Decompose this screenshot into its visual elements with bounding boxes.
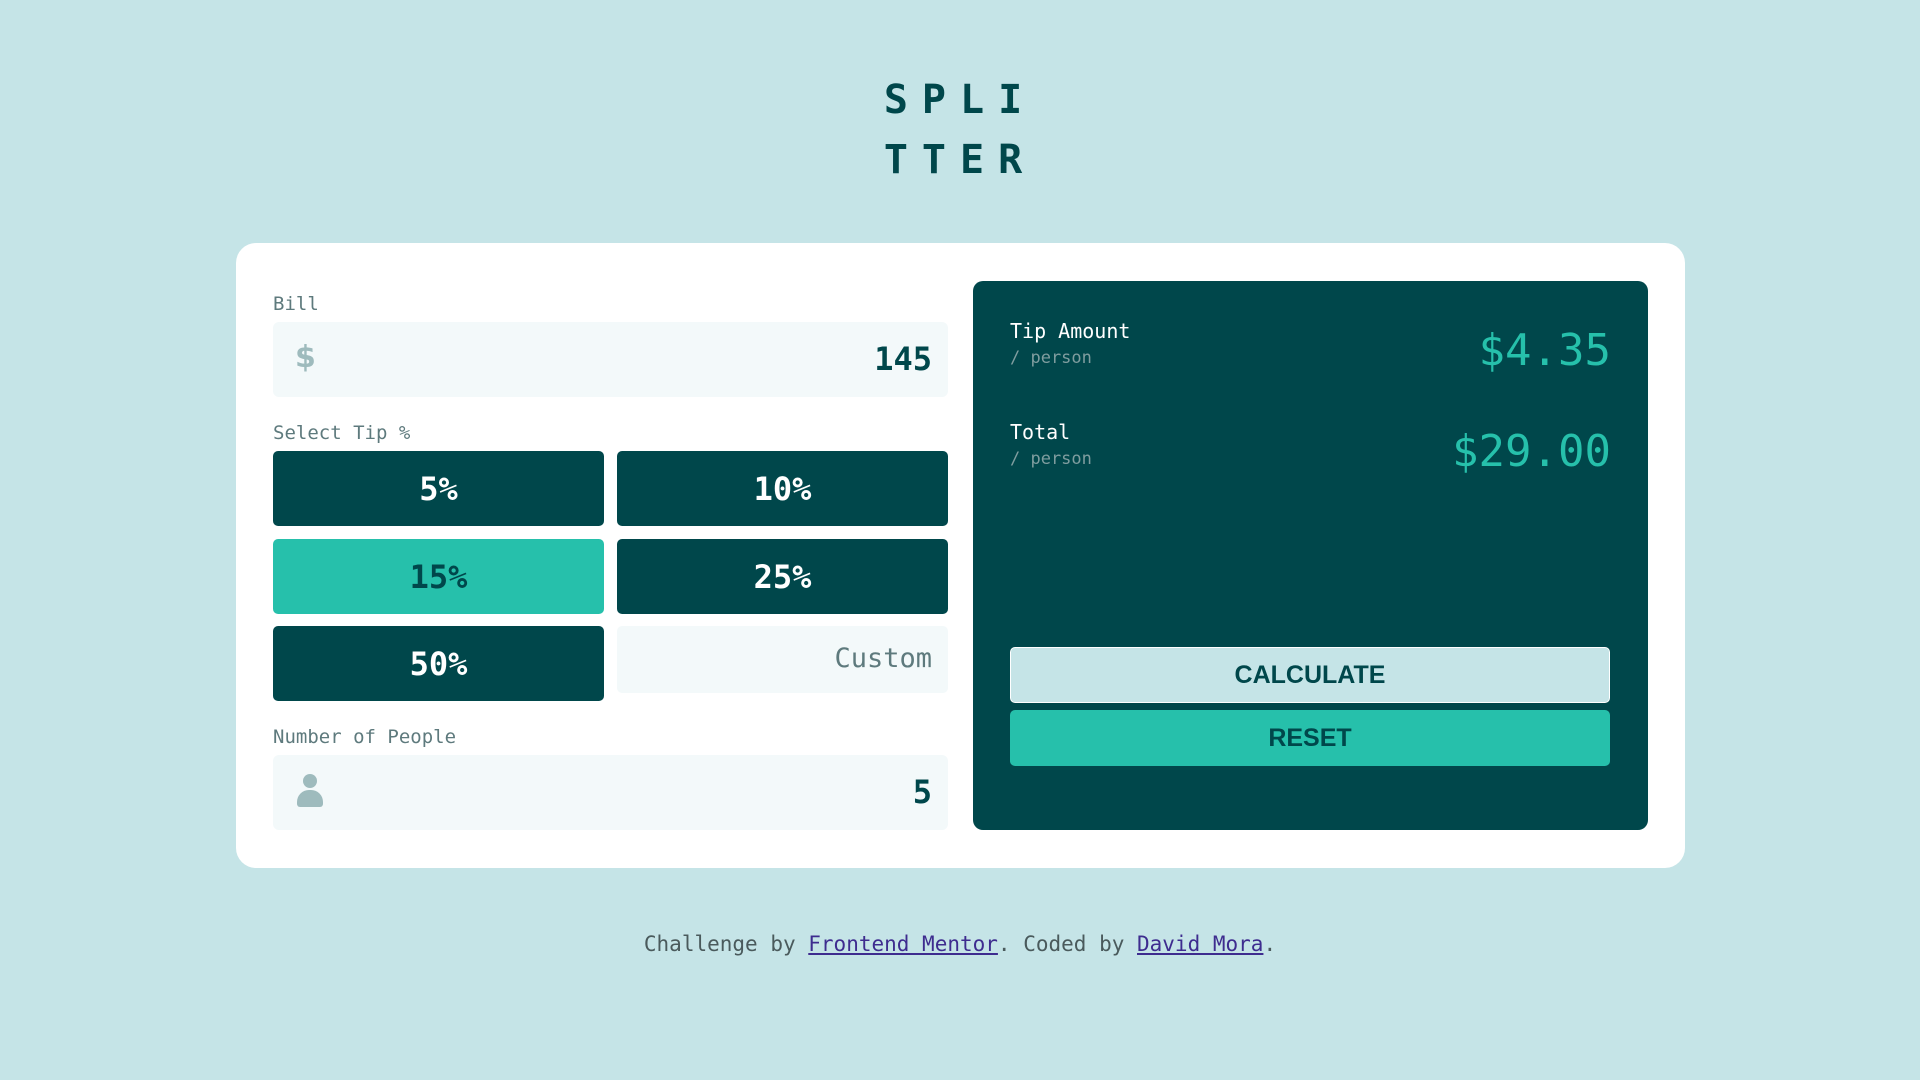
- tip-button-25[interactable]: 25%: [617, 539, 948, 614]
- custom-tip-input[interactable]: Custom: [617, 626, 948, 693]
- total-value: $29.00: [1452, 426, 1611, 477]
- tip-button-10[interactable]: 10%: [617, 451, 948, 526]
- people-value[interactable]: 5: [913, 773, 932, 811]
- logo-line-2: TTER: [883, 137, 1037, 183]
- tip-amount-value: $4.35: [1478, 325, 1611, 376]
- tip-button-15[interactable]: 15%: [273, 539, 604, 614]
- frontend-mentor-link[interactable]: Frontend Mentor: [808, 932, 998, 956]
- attribution-footer: Challenge by Frontend Mentor. Coded by D…: [0, 932, 1920, 956]
- calculate-button[interactable]: CALCULATE: [1010, 647, 1610, 703]
- app-logo: SPLI TTER: [0, 70, 1920, 190]
- author-link[interactable]: David Mora: [1137, 932, 1263, 956]
- footer-middle: . Coded by: [997, 932, 1137, 956]
- tip-amount-label: Tip Amount: [1010, 319, 1131, 343]
- bill-value[interactable]: 145: [874, 340, 932, 378]
- bill-label: Bill: [273, 293, 319, 315]
- logo-line-1: SPLI: [883, 77, 1037, 123]
- person-icon: [297, 774, 323, 808]
- people-input[interactable]: 5: [273, 755, 948, 830]
- calculator-card: Bill $ 145 Select Tip % 5% 10% 15% 25% 5…: [236, 243, 1685, 868]
- reset-button[interactable]: RESET: [1010, 710, 1610, 766]
- dollar-icon: $: [295, 340, 316, 375]
- total-label: Total: [1010, 420, 1071, 444]
- tip-button-5[interactable]: 5%: [273, 451, 604, 526]
- total-sub: / person: [1010, 449, 1092, 469]
- tip-button-50[interactable]: 50%: [273, 626, 604, 701]
- tip-amount-sub: / person: [1010, 348, 1092, 368]
- tip-label: Select Tip %: [273, 422, 411, 444]
- footer-prefix: Challenge by: [643, 932, 809, 956]
- bill-input[interactable]: $ 145: [273, 322, 948, 397]
- people-label: Number of People: [273, 726, 457, 748]
- footer-suffix: .: [1263, 932, 1277, 956]
- results-panel: Tip Amount / person $4.35 Total / person…: [973, 281, 1648, 830]
